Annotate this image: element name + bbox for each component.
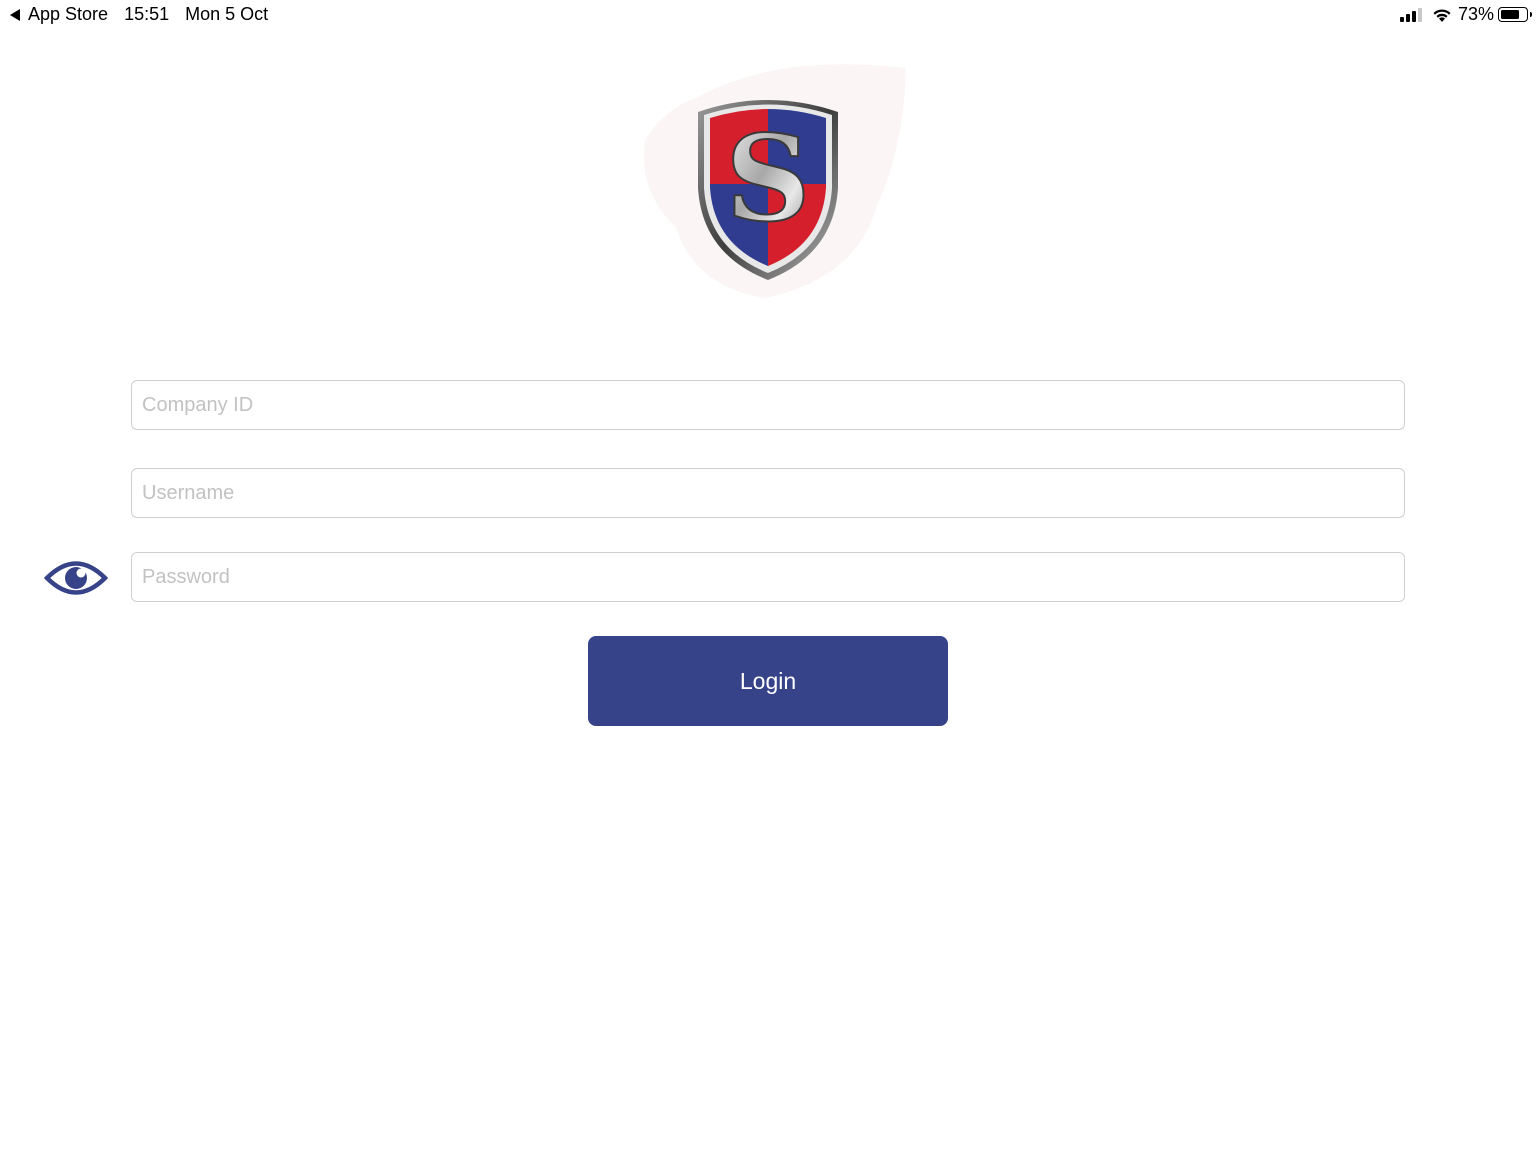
login-button[interactable]: Login — [588, 636, 948, 726]
logo-letter: S — [725, 109, 810, 248]
password-input[interactable] — [131, 552, 1405, 602]
back-to-app-store[interactable]: App Store — [10, 4, 108, 25]
company-id-input[interactable] — [131, 380, 1405, 430]
status-left: App Store 15:51 Mon 5 Oct — [10, 4, 268, 25]
eye-icon[interactable] — [44, 555, 108, 601]
status-time: 15:51 — [124, 4, 170, 24]
battery-nub — [1530, 12, 1532, 17]
username-input[interactable] — [131, 468, 1405, 518]
status-date: Mon 5 Oct — [185, 4, 269, 24]
status-right: 73% — [1399, 4, 1532, 25]
battery-percent: 73% — [1457, 4, 1494, 24]
battery-icon — [1498, 7, 1532, 22]
login-screen: App Store 15:51 Mon 5 Oct 73% S Company … — [0, 0, 1536, 1152]
cellular-signal-icon — [1399, 7, 1424, 22]
status-bar: App Store 15:51 Mon 5 Oct 73% — [0, 0, 1536, 30]
battery-fill — [1501, 10, 1519, 19]
company-shield-logo: S — [644, 64, 906, 298]
back-label: App Store — [28, 4, 109, 24]
back-arrow-icon — [10, 8, 20, 21]
wifi-icon — [1433, 8, 1451, 22]
